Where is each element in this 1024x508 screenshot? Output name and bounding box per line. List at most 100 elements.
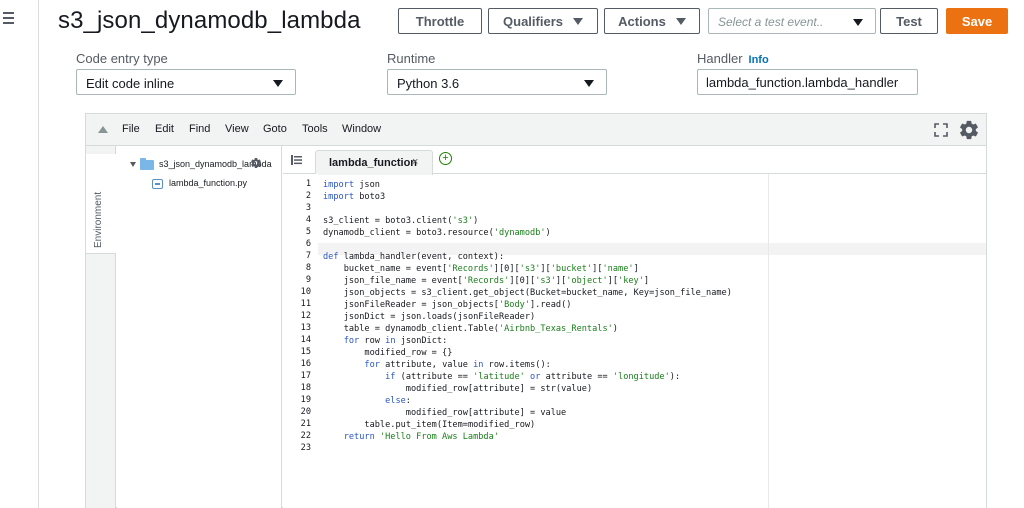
runtime-select[interactable]: Python 3.6	[387, 69, 607, 95]
code-line: else:	[323, 395, 411, 407]
code-token: resource	[447, 228, 489, 238]
menu-tools[interactable]: Tools	[302, 123, 328, 135]
code-line: jsonDict = json.loads(jsonFileReader)	[323, 311, 536, 323]
menu-window[interactable]: Window	[342, 123, 381, 135]
code-token: Table	[467, 324, 494, 334]
save-button[interactable]: Save	[946, 8, 1008, 34]
hamburger-menu-icon[interactable]	[3, 12, 14, 24]
test-event-select[interactable]: Select a test event..	[708, 8, 876, 34]
code-token: )	[473, 216, 479, 226]
code-token: boto	[359, 192, 380, 202]
code-line: modified_row = {}	[323, 347, 452, 359]
menu-edit[interactable]: Edit	[155, 123, 174, 135]
line-number: 6	[305, 239, 311, 249]
code-token: dynamodb_client	[323, 228, 401, 238]
code-keyword-token: return	[343, 432, 375, 442]
code-token: ].	[530, 300, 541, 310]
code-token: ()	[561, 300, 572, 310]
code-token: ] =	[519, 408, 541, 418]
code-line: jsonFileReader = json_objects['Body'].re…	[323, 299, 572, 311]
caret-down-icon	[584, 80, 594, 87]
handler-info-link[interactable]: Info	[749, 54, 769, 66]
actions-dropdown[interactable]: Actions	[604, 8, 700, 34]
code-keyword-token: if	[385, 372, 396, 382]
code-token: value	[561, 384, 587, 394]
code-token: json_file_name	[343, 276, 417, 286]
code-token: modified_row	[364, 348, 427, 358]
code-token: =	[416, 300, 432, 310]
gear-icon[interactable]	[958, 119, 980, 141]
test-event-placeholder: Select a test event..	[718, 15, 824, 29]
code-token: jsonDict	[343, 312, 386, 322]
collapse-icon[interactable]	[98, 126, 108, 133]
code-keyword-token: for	[364, 360, 380, 370]
gear-icon[interactable]	[250, 157, 262, 169]
test-button[interactable]: Test	[880, 8, 938, 34]
environment-panel-tab[interactable]: Environment	[86, 146, 116, 508]
folder-icon	[140, 157, 154, 170]
code-string-token: 'dynamodb'	[493, 228, 546, 238]
handler-input[interactable]	[698, 70, 917, 94]
menu-find[interactable]: Find	[189, 123, 210, 135]
code-token: modified_row	[467, 420, 531, 430]
code-token: Item	[442, 420, 463, 430]
code-keyword-token: for	[343, 336, 360, 346]
code-token: =	[369, 324, 386, 334]
code-token: row	[364, 336, 380, 346]
code-token: :	[442, 336, 448, 346]
menu-goto[interactable]: Goto	[263, 123, 287, 135]
ide-menubar: File Edit Find View Goto Tools Window	[86, 114, 986, 146]
add-icon[interactable]: +	[439, 152, 452, 165]
runtime-value: Python 3.6	[397, 76, 460, 91]
editor-tab-lambda-function[interactable]: lambda_function ×	[315, 150, 433, 175]
close-icon[interactable]: ×	[412, 156, 418, 168]
editor-tabbar: lambda_function × +	[283, 146, 986, 175]
code-line: def lambda_handler(event, context):	[323, 251, 504, 263]
code-keyword-token: import	[323, 192, 355, 202]
code-token: _client	[333, 216, 370, 226]
code-token: =	[405, 288, 422, 298]
code-token: attribute	[473, 384, 520, 394]
code-token: )	[545, 228, 551, 238]
code-token: ():	[535, 360, 551, 370]
code-token: attribute	[405, 372, 453, 382]
code-token: attribute	[385, 360, 432, 370]
code-token: ][	[540, 264, 551, 274]
expand-icon[interactable]	[130, 162, 136, 168]
code-keyword-token: def	[323, 252, 339, 262]
code-string-token: 'object'	[566, 276, 608, 286]
caret-down-icon	[853, 19, 863, 26]
code-token: ][0][	[493, 264, 520, 274]
code-token: modified_row	[405, 384, 468, 394]
throttle-button[interactable]: Throttle	[398, 8, 482, 34]
code-string-token: 's3'	[535, 276, 556, 286]
tree-file-item[interactable]: lambda_function.py	[152, 178, 247, 189]
code-token: ] =	[519, 384, 541, 394]
code-editor[interactable]: lambda_function × + 1 2 3 4 5 6 7 8 9 10 11 12 13 14 1…	[283, 146, 986, 508]
code-keyword-token: in	[473, 360, 484, 370]
environment-tab[interactable]: Environment	[86, 154, 116, 254]
menu-file[interactable]: File	[122, 123, 140, 135]
code-entry-type-select[interactable]: Edit code inline	[76, 69, 296, 95]
menu-view[interactable]: View	[225, 123, 249, 135]
line-number: 18	[300, 383, 311, 393]
code-content[interactable]: import json import boto3 s3_client = boto3…	[323, 174, 986, 508]
runtime-label: Runtime	[387, 51, 436, 66]
code-token: event	[431, 276, 458, 286]
code-token: )	[530, 312, 536, 322]
code-token: =	[416, 276, 432, 286]
code-token: ):	[669, 372, 681, 382]
code-token: json_file_name	[654, 288, 727, 298]
left-nav-strip	[0, 0, 39, 508]
function-title: s3_json_dynamodb_lambda	[58, 7, 361, 34]
qualifiers-dropdown[interactable]: Qualifiers	[488, 8, 598, 34]
code-token: get_object	[473, 288, 525, 298]
fullscreen-icon[interactable]	[934, 123, 948, 137]
code-token: =	[385, 312, 401, 322]
code-string-token: 'longitude'	[612, 372, 670, 382]
code-string-token: 'latitude'	[473, 372, 525, 382]
line-number: 4	[305, 215, 311, 225]
tab-list-icon[interactable]	[291, 155, 302, 165]
